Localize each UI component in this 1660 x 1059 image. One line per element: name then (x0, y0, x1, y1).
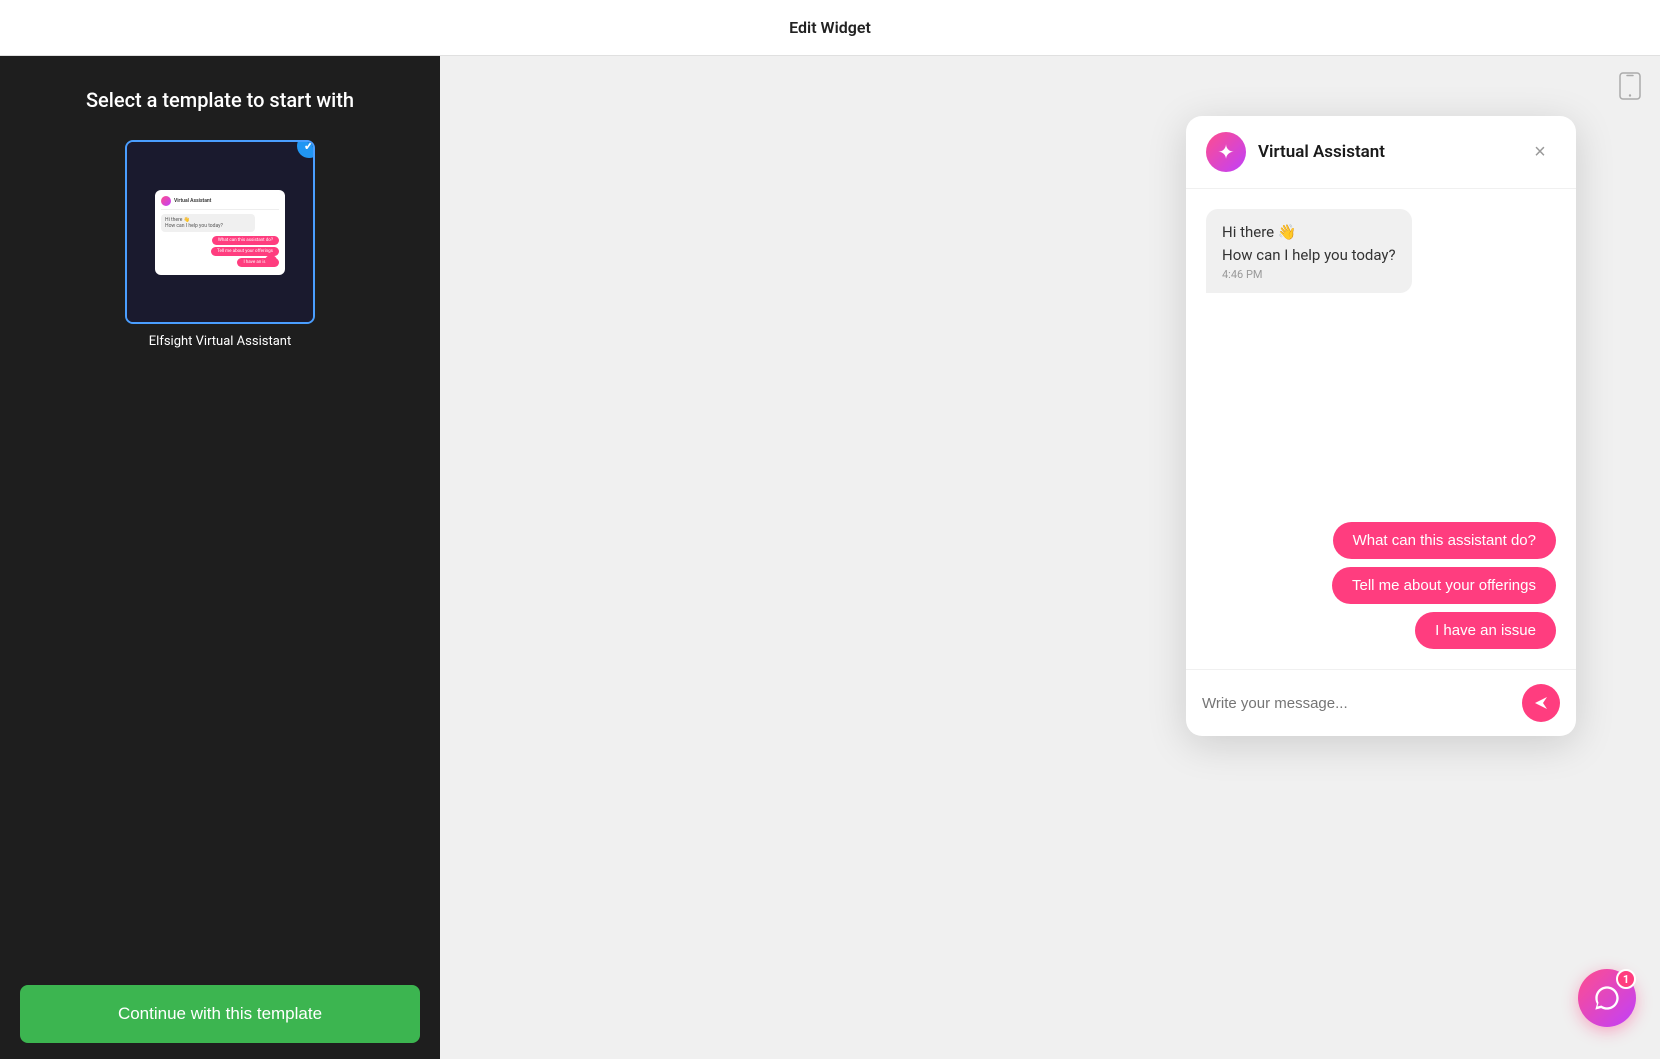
bot-greeting-message: Hi there 👋How can I help you today? 4:46… (1206, 209, 1412, 293)
chat-close-button[interactable]: × (1524, 136, 1556, 168)
left-panel: Select a template to start with ✓ Virtua… (0, 56, 440, 1059)
continue-with-template-button[interactable]: Continue with this template (20, 985, 420, 1043)
quick-reply-1[interactable]: What can this assistant do? (1333, 522, 1556, 559)
floating-chat-icon (1593, 984, 1621, 1012)
template-label: Elfsight Virtual Assistant (125, 334, 315, 353)
bot-message-timestamp: 4:46 PM (1222, 268, 1396, 281)
send-icon (1533, 695, 1549, 711)
send-message-button[interactable] (1522, 684, 1560, 722)
chat-input-area (1186, 669, 1576, 736)
mini-bubbles: What can this assistant do? Tell me abou… (161, 236, 279, 269)
quick-replies-container: What can this assistant do? Tell me abou… (1206, 522, 1556, 649)
main-content: Select a template to start with ✓ Virtua… (0, 56, 1660, 1059)
chat-body: Hi there 👋How can I help you today? 4:46… (1186, 189, 1576, 669)
quick-reply-3[interactable]: I have an issue (1415, 612, 1556, 649)
right-panel: ✦ Virtual Assistant × Hi there 👋How can … (440, 56, 1660, 1059)
chat-title: Virtual Assistant (1258, 142, 1385, 162)
header: Edit Widget (0, 0, 1660, 56)
mini-chat-preview: Virtual Assistant Hi there 👋How can I he… (155, 190, 285, 275)
template-card-inner: ✓ Virtual Assistant Hi there 👋How can I … (125, 140, 315, 324)
chat-header-left: ✦ Virtual Assistant (1206, 132, 1385, 172)
mini-avatar-icon (161, 196, 171, 206)
panel-heading: Select a template to start with (20, 88, 420, 112)
chat-avatar-icon: ✦ (1218, 140, 1235, 164)
chat-widget-header: ✦ Virtual Assistant × (1186, 116, 1576, 189)
template-thumbnail: Virtual Assistant Hi there 👋How can I he… (127, 142, 313, 322)
floating-chat-button[interactable]: 1 (1578, 969, 1636, 1027)
chat-avatar: ✦ (1206, 132, 1246, 172)
mini-greeting: Hi there 👋How can I help you today? (161, 214, 255, 232)
mobile-preview-icon[interactable] (1616, 72, 1644, 100)
template-card[interactable]: ✓ Virtual Assistant Hi there 👋How can I … (125, 140, 315, 353)
mini-chat-header: Virtual Assistant (161, 196, 279, 210)
page-title: Edit Widget (789, 18, 871, 37)
continue-button-wrapper: Continue with this template (0, 969, 440, 1059)
mini-header-title: Virtual Assistant (174, 198, 211, 204)
mini-bubble-1: What can this assistant do? (212, 236, 279, 245)
template-selection-area: Select a template to start with ✓ Virtua… (0, 56, 440, 969)
chat-message-input[interactable] (1202, 695, 1512, 712)
mini-close-btn (265, 255, 277, 267)
chat-widget: ✦ Virtual Assistant × Hi there 👋How can … (1186, 116, 1576, 736)
quick-reply-2[interactable]: Tell me about your offerings (1332, 567, 1556, 604)
bot-greeting-text: Hi there 👋How can I help you today? (1222, 221, 1396, 266)
notification-badge: 1 (1616, 969, 1636, 989)
